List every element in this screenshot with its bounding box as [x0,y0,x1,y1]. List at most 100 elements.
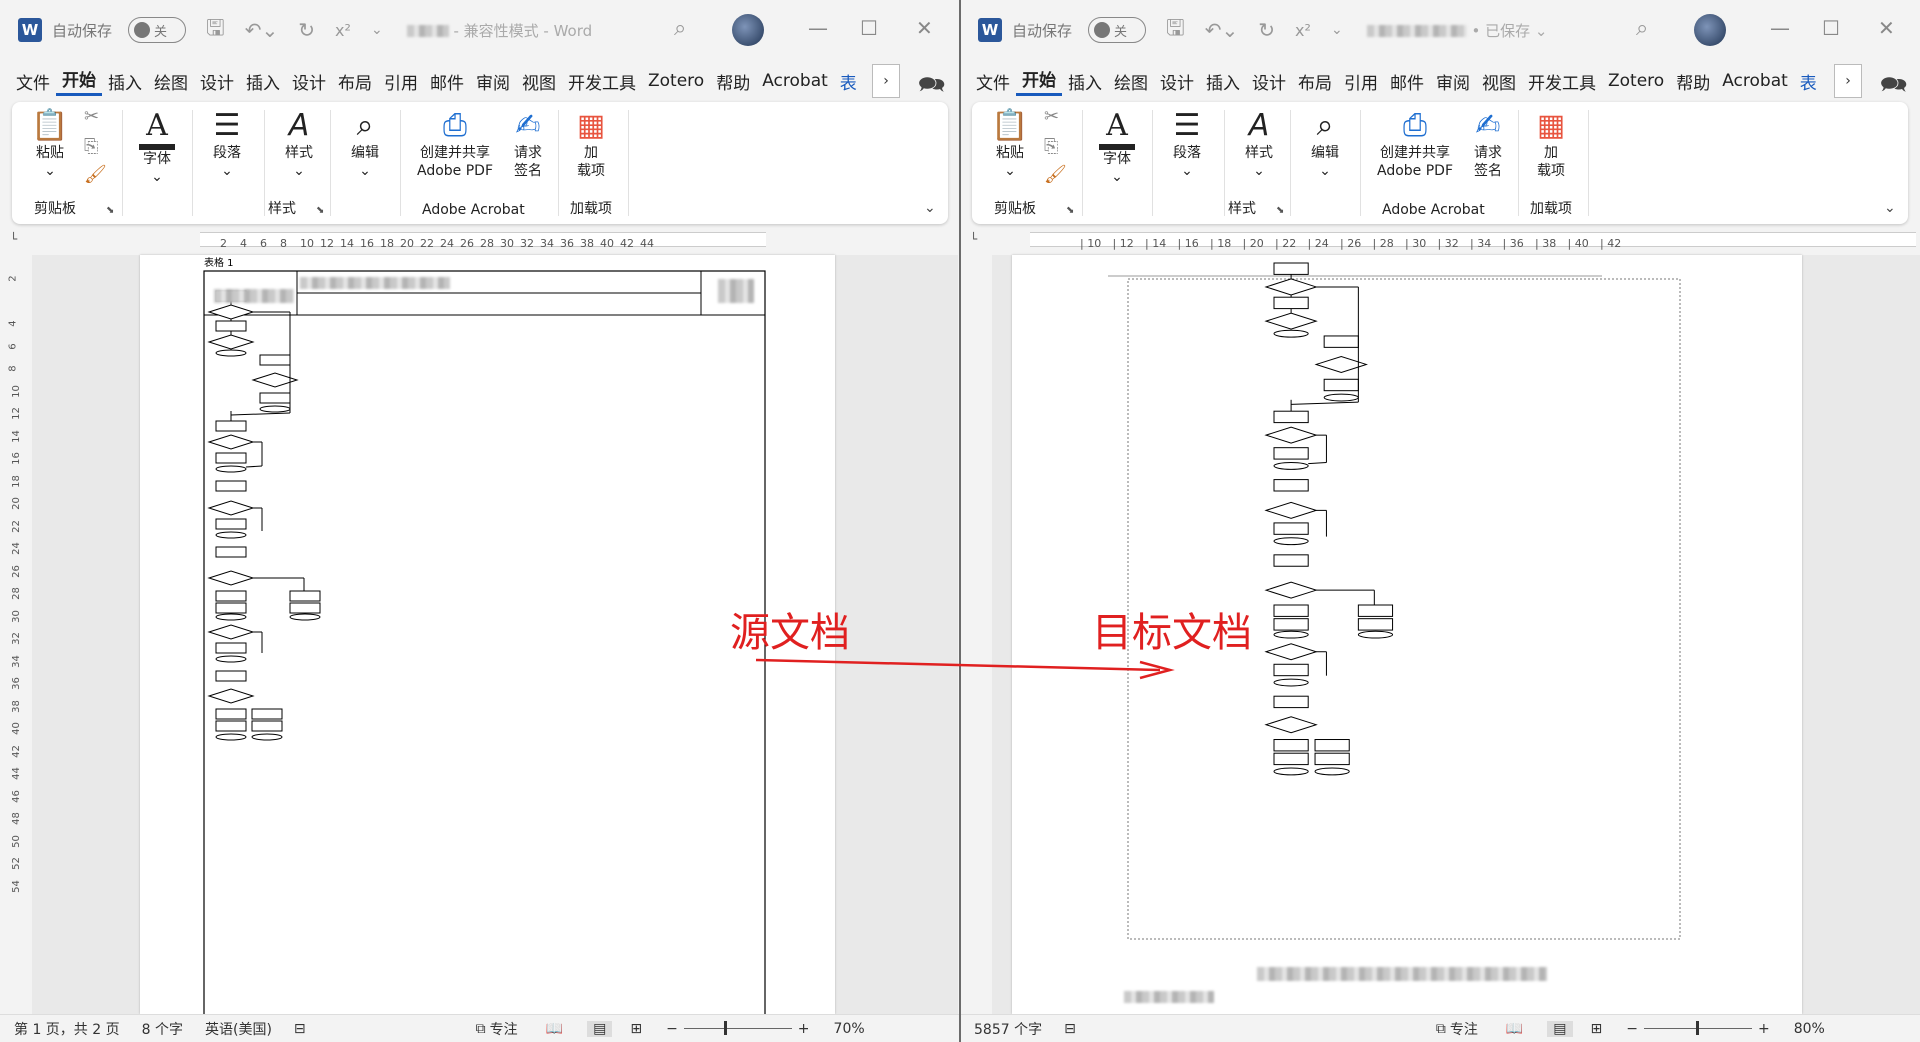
superscript-icon[interactable]: x² [335,21,351,40]
request-signature-button[interactable]: ✍ 请求 签名 [1468,108,1508,180]
dialog-launcher-icon[interactable]: ⬊ [106,205,114,216]
tab-home[interactable]: 开始 [1016,66,1062,96]
cut-icon[interactable]: ✂ [1044,108,1059,126]
tab-view[interactable]: 视图 [1476,69,1522,94]
focus-icon[interactable]: ⧉ [1436,1021,1446,1037]
word-count[interactable]: 8 个字 [142,1019,183,1039]
avatar[interactable] [732,14,764,46]
tab-help[interactable]: 帮助 [710,69,756,94]
tab-references[interactable]: 引用 [378,69,424,94]
format-painter-icon[interactable]: 🖌 [84,166,107,184]
font-button[interactable]: A 字体 ⌄ [1092,108,1142,186]
dialog-launcher-icon[interactable]: ⬊ [1066,205,1074,216]
tab-design[interactable]: 设计 [1154,69,1200,94]
print-layout-icon[interactable]: ▤ [587,1020,613,1037]
editing-button[interactable]: ⌕ 编辑 ⌄ [340,108,390,180]
addins-button[interactable]: ▦ 加载项 [568,108,614,180]
zoom-in-icon[interactable]: + [1758,1021,1770,1037]
editing-button[interactable]: ⌕ 编辑 ⌄ [1300,108,1350,180]
create-share-pdf-button[interactable]: ⎙ 创建并共享 Adobe PDF [1370,108,1460,180]
tab-insert[interactable]: 插入 [1062,69,1108,94]
dialog-launcher-icon[interactable]: ⬊ [316,205,324,216]
tab-insert-2[interactable]: 插入 [1200,69,1246,94]
page-count[interactable]: 第 1 页，共 2 页 [14,1019,120,1039]
styles-button[interactable]: A 样式 ⌄ [274,108,324,180]
tabs-more-button[interactable]: › [872,64,900,98]
tab-stop-icon[interactable]: └ [10,232,17,246]
web-layout-icon[interactable]: ⊞ [1591,1021,1603,1037]
focus-button[interactable]: 专注 [1450,1019,1478,1039]
zoom-slider[interactable] [683,1015,792,1042]
read-mode-icon[interactable]: 📖 [1506,1021,1523,1037]
collapse-ribbon-icon[interactable]: ⌄ [924,200,936,216]
tab-developer[interactable]: 开发工具 [562,69,642,94]
superscript-icon[interactable]: x² [1295,21,1311,40]
save-icon[interactable]: 🖫 [1166,11,1185,49]
search-icon[interactable]: ⌕ [1636,16,1648,41]
accessibility-icon[interactable]: ⊟ [1064,1021,1076,1037]
tab-view[interactable]: 视图 [516,69,562,94]
customize-qat-icon[interactable]: ⌄ [371,22,383,38]
paragraph-button[interactable]: ☰ 段落 ⌄ [1162,108,1212,180]
read-mode-icon[interactable]: 📖 [546,1021,563,1037]
copy-icon[interactable]: ⎘ [1044,138,1058,156]
close-icon[interactable]: ✕ [916,16,933,40]
print-layout-icon[interactable]: ▤ [1547,1020,1573,1037]
focus-button[interactable]: 专注 [490,1019,518,1039]
tab-help[interactable]: 帮助 [1670,69,1716,94]
collapse-ribbon-icon[interactable]: ⌄ [1884,200,1896,216]
tab-draw[interactable]: 绘图 [1108,69,1154,94]
request-signature-button[interactable]: ✍ 请求 签名 [508,108,548,180]
tab-design-2[interactable]: 设计 [1246,69,1292,94]
undo-icon[interactable]: ↶⌄ [1205,18,1239,42]
zoom-slider[interactable] [1643,1015,1752,1042]
tab-draw[interactable]: 绘图 [148,69,194,94]
accessibility-icon[interactable]: ⊟ [294,1021,306,1037]
language[interactable]: 英语(美国) [205,1019,272,1039]
paste-button[interactable]: 📋 粘贴 ⌄ [990,108,1030,180]
customize-qat-icon[interactable]: ⌄ [1331,22,1343,38]
zoom-out-icon[interactable]: − [1626,1021,1638,1037]
maximize-icon[interactable]: ☐ [1822,16,1840,40]
tab-developer[interactable]: 开发工具 [1522,69,1602,94]
zoom-out-icon[interactable]: − [666,1021,678,1037]
minimize-icon[interactable]: — [1770,16,1790,40]
tab-references[interactable]: 引用 [1338,69,1384,94]
tab-mailings[interactable]: 邮件 [1384,69,1430,94]
styles-button[interactable]: A 样式 ⌄ [1234,108,1284,180]
zoom-level[interactable]: 80% [1794,1021,1825,1037]
avatar[interactable] [1694,14,1726,46]
search-icon[interactable]: ⌕ [674,16,686,41]
maximize-icon[interactable]: ☐ [860,16,878,40]
tab-insert-2[interactable]: 插入 [240,69,286,94]
autosave-toggle[interactable]: 关 [1088,17,1147,43]
tabs-more-button[interactable]: › [1834,64,1862,98]
addins-button[interactable]: ▦ 加载项 [1528,108,1574,180]
autosave-toggle[interactable]: 关 [128,17,187,43]
tab-layout[interactable]: 布局 [1292,69,1338,94]
web-layout-icon[interactable]: ⊞ [630,1021,642,1037]
undo-icon[interactable]: ↶⌄ [245,18,279,42]
create-share-pdf-button[interactable]: ⎙ 创建并共享 Adobe PDF [410,108,500,180]
tab-mailings[interactable]: 邮件 [424,69,470,94]
tab-table[interactable]: 表 [1794,69,1823,94]
tab-review[interactable]: 审阅 [1430,69,1476,94]
paste-button[interactable]: 📋 粘贴 ⌄ [30,108,70,180]
tab-table[interactable]: 表 [834,69,863,94]
minimize-icon[interactable]: — [808,16,828,40]
redo-icon[interactable]: ↻ [298,18,315,42]
focus-icon[interactable]: ⧉ [476,1021,486,1037]
save-icon[interactable]: 🖫 [206,11,225,49]
tab-zotero[interactable]: Zotero [1602,71,1670,91]
tab-design-2[interactable]: 设计 [286,69,332,94]
tab-layout[interactable]: 布局 [332,69,378,94]
tab-acrobat[interactable]: Acrobat [1716,71,1794,91]
word-count[interactable]: 5857 个字 [974,1019,1042,1039]
tab-design[interactable]: 设计 [194,69,240,94]
comments-icon[interactable]: 🗪 [1880,68,1907,106]
tab-file[interactable]: 文件 [10,69,56,94]
tab-stop-icon[interactable]: └ [970,232,977,246]
tab-review[interactable]: 审阅 [470,69,516,94]
copy-icon[interactable]: ⎘ [84,138,98,156]
zoom-in-icon[interactable]: + [798,1021,810,1037]
